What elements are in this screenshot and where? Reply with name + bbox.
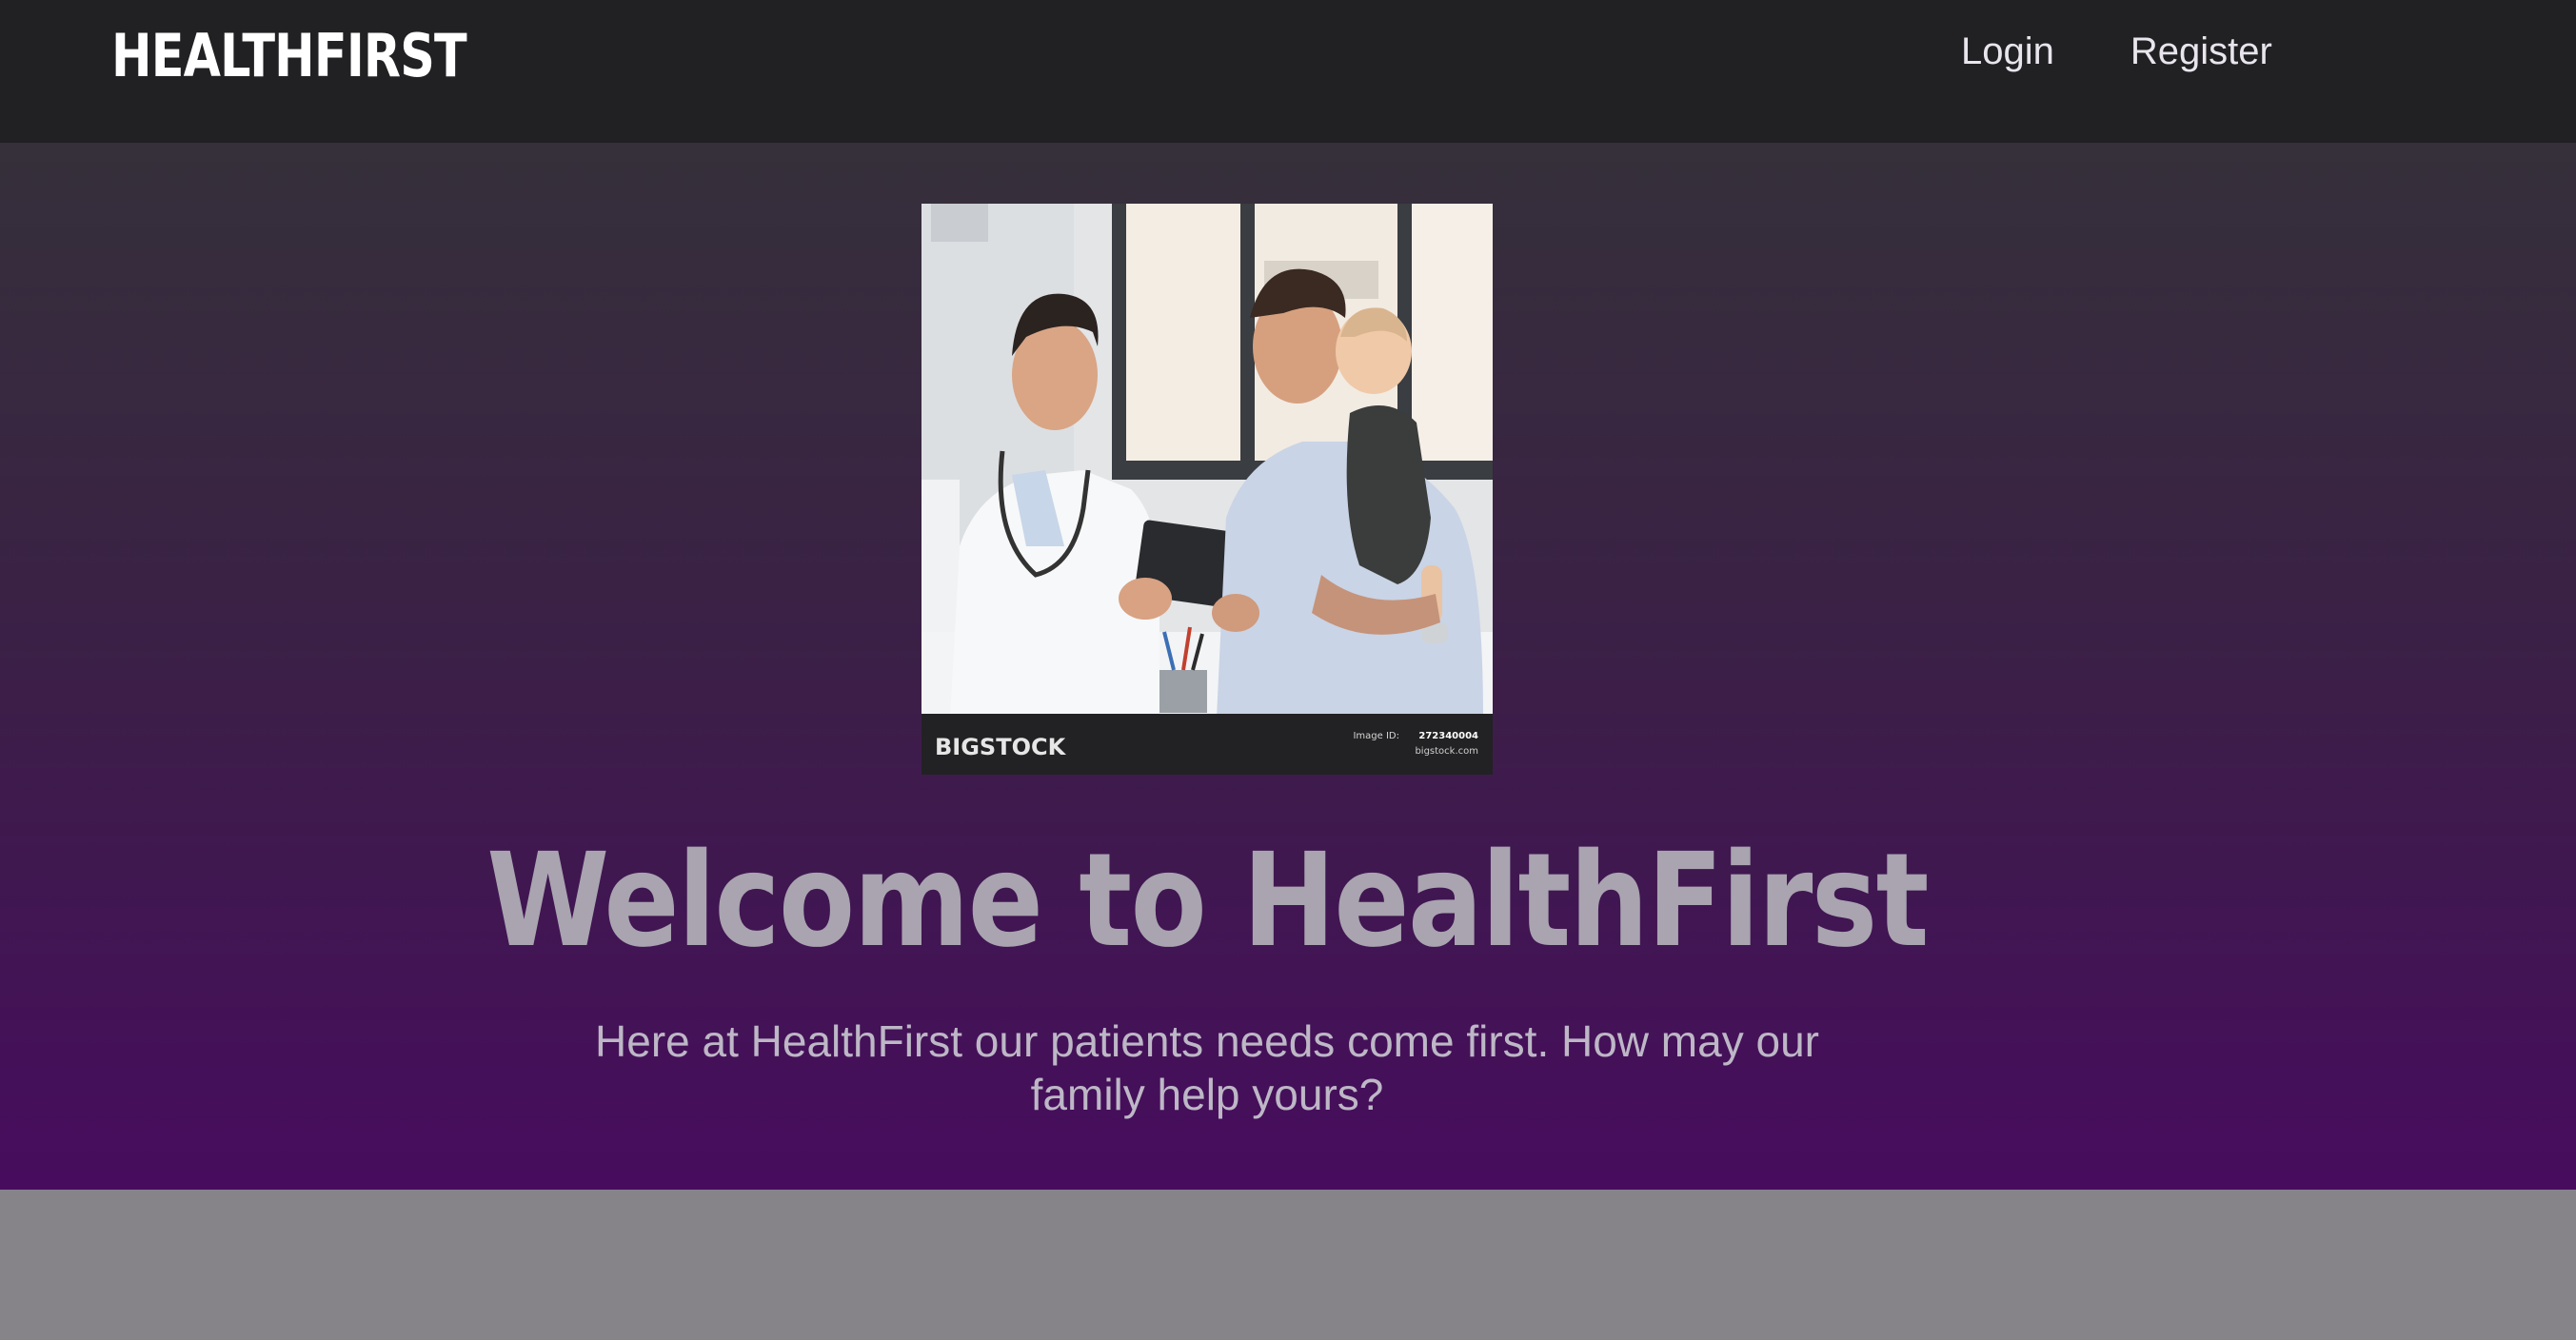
page-subtitle: Here at HealthFirst our patients needs c… — [595, 1016, 1819, 1119]
hero-image: BIGSTOCK Image ID: 272340004 bigstock.co… — [921, 204, 1493, 775]
watermark-id: 272340004 — [1418, 731, 1478, 741]
login-link[interactable]: Login — [1961, 27, 2054, 76]
register-link[interactable]: Register — [2130, 27, 2272, 76]
navbar: HEALTHFIRST Login Register — [0, 0, 2576, 143]
watermark-id-label: Image ID: — [1353, 731, 1399, 741]
page-title: Welcome to HealthFirst — [486, 826, 1929, 976]
watermark-site: bigstock.com — [1415, 746, 1478, 757]
watermark-brand: BIGSTOCK — [935, 734, 1067, 760]
brand-logo[interactable]: HEALTHFIRST — [111, 21, 467, 90]
footer-band — [0, 1190, 2576, 1340]
nav-links: Login Register — [1961, 27, 2272, 76]
doctor-family-photo: BIGSTOCK Image ID: 272340004 bigstock.co… — [921, 204, 1493, 775]
